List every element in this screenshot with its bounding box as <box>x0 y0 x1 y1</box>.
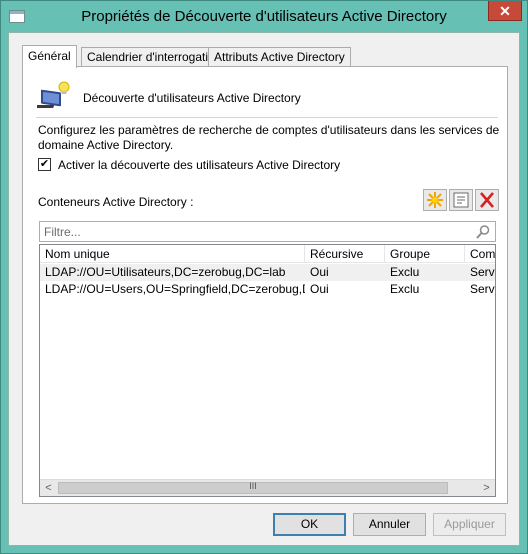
horizontal-scrollbar[interactable]: < III > <box>40 479 495 496</box>
cell-recursive: Oui <box>310 265 329 279</box>
ok-button[interactable]: OK <box>273 513 346 536</box>
containers-label: Conteneurs Active Directory : <box>38 195 194 209</box>
apply-button[interactable]: Appliquer <box>433 513 506 536</box>
separator <box>36 117 498 118</box>
list-header: Nom unique Récursive Groupe Comp <box>40 245 495 263</box>
new-star-icon <box>427 192 443 208</box>
cell-distinguished-name: LDAP://OU=Utilisateurs,DC=zerobug,DC=lab <box>45 265 286 279</box>
title-bar[interactable]: Propriétés de Découverte d'utilisateurs … <box>1 1 527 32</box>
filter-input[interactable] <box>40 222 470 241</box>
column-header-computer[interactable]: Comp <box>465 245 495 263</box>
cell-distinguished-name: LDAP://OU=Users,OU=Springfield,DC=zerobu… <box>45 282 305 296</box>
filter-box[interactable] <box>39 221 496 242</box>
delete-container-button[interactable] <box>475 189 499 211</box>
table-row[interactable]: LDAP://OU=Utilisateurs,DC=zerobug,DC=lab… <box>40 264 495 281</box>
search-icon[interactable] <box>475 224 491 240</box>
user-discovery-icon <box>29 81 71 111</box>
cell-computer: Serv <box>470 265 495 279</box>
section-heading: Découverte d'utilisateurs Active Directo… <box>83 91 301 105</box>
new-container-button[interactable] <box>423 189 447 211</box>
enable-discovery-checkbox[interactable]: ✔ <box>38 158 51 171</box>
column-header-recursive[interactable]: Récursive <box>305 245 385 263</box>
tab-general[interactable]: Général <box>22 45 77 68</box>
properties-icon <box>453 192 469 208</box>
table-row[interactable]: LDAP://OU=Users,OU=Springfield,DC=zerobu… <box>40 281 495 298</box>
cancel-button[interactable]: Annuler <box>353 513 426 536</box>
scroll-thumb[interactable]: III <box>58 481 448 494</box>
scroll-left-button[interactable]: < <box>40 480 57 496</box>
tab-calendar[interactable]: Calendrier d'interrogation <box>81 47 228 67</box>
description-text: Configurez les paramètres de recherche d… <box>38 123 500 152</box>
dialog-client-area: Général Calendrier d'interrogation Attri… <box>8 32 520 546</box>
properties-dialog: Propriétés de Découverte d'utilisateurs … <box>0 0 528 554</box>
general-tab-panel: Découverte d'utilisateurs Active Directo… <box>22 66 508 504</box>
enable-discovery-label[interactable]: Activer la découverte des utilisateurs A… <box>58 158 340 172</box>
cell-recursive: Oui <box>310 282 329 296</box>
container-properties-button[interactable] <box>449 189 473 211</box>
column-header-group[interactable]: Groupe <box>385 245 465 263</box>
close-button[interactable]: ✕ <box>488 1 522 21</box>
delete-x-icon <box>480 192 494 208</box>
cell-group: Exclu <box>390 282 420 296</box>
scroll-right-button[interactable]: > <box>478 480 495 496</box>
scroll-grip: III <box>249 481 257 491</box>
window-title: Propriétés de Découverte d'utilisateurs … <box>81 8 447 25</box>
cell-group: Exclu <box>390 265 420 279</box>
containers-list[interactable]: Nom unique Récursive Groupe Comp LDAP://… <box>39 244 496 497</box>
cell-computer: Serv <box>470 282 495 296</box>
column-header-distinguished-name[interactable]: Nom unique <box>40 245 305 263</box>
tab-ad-attributes[interactable]: Attributs Active Directory <box>208 47 351 67</box>
